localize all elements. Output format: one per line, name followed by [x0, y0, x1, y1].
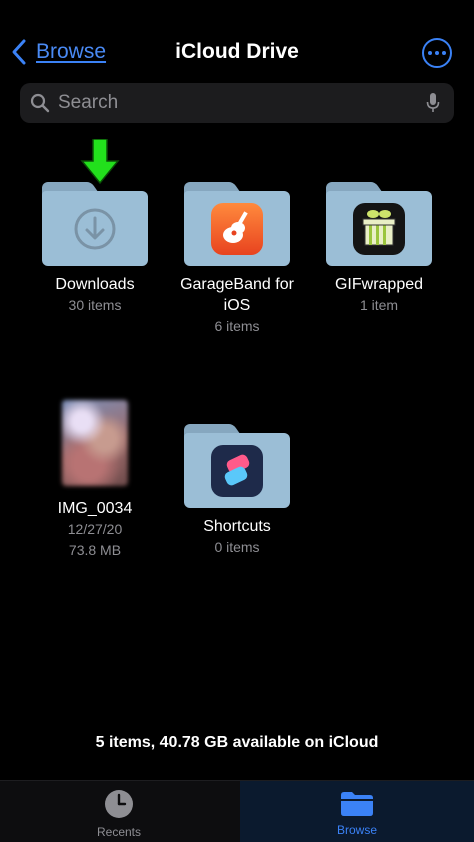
annotation-arrow-icon [80, 139, 120, 185]
ellipsis-icon [428, 51, 432, 55]
file-img-0034[interactable]: IMG_0034 12/27/20 73.8 MB [24, 400, 166, 561]
folder-icon [341, 792, 373, 816]
storage-summary: 5 items, 40.78 GB available on iCloud [95, 734, 379, 751]
tab-label: Browse [336, 823, 377, 837]
photo-thumbnail [62, 400, 128, 486]
more-options-button[interactable] [422, 38, 452, 68]
folder-shortcuts[interactable]: Shortcuts 0 items [166, 424, 308, 558]
search-icon [30, 93, 50, 113]
item-count: 1 item [359, 297, 399, 313]
item-name: Shortcuts [203, 518, 271, 535]
back-button-label: Browse [36, 40, 107, 63]
shortcuts-icon [211, 444, 263, 497]
folder-gifwrapped[interactable]: GIFwrapped 1 item [308, 182, 450, 316]
folder-icon [184, 182, 290, 266]
chevron-left-icon [12, 39, 26, 65]
item-name: Downloads [55, 276, 135, 293]
item-name: GIFwrapped [334, 276, 424, 293]
search-input[interactable] [50, 83, 426, 123]
garageband-icon [211, 202, 263, 255]
gifwrapped-icon [353, 202, 405, 255]
tab-bar: Recents Browse [0, 780, 474, 842]
item-count: 0 items [214, 539, 260, 555]
folder-icon [42, 182, 148, 266]
item-count: 30 items [68, 297, 122, 313]
item-name: IMG_0034 [57, 500, 133, 517]
files-app-screen: Browse iCloud Drive Search Downloads 30 … [0, 0, 474, 842]
item-date: 12/27/20 [67, 521, 123, 537]
folder-icon [184, 424, 290, 508]
item-name: GarageBand for iOS [180, 276, 294, 314]
folder-garageband[interactable]: GarageBand for iOS 6 items [166, 182, 308, 337]
clock-icon [105, 790, 133, 818]
tab-label: Recents [96, 825, 142, 839]
search-bar[interactable] [20, 83, 454, 123]
item-size: 73.8 MB [68, 542, 122, 558]
folder-icon [326, 182, 432, 266]
tab-recents[interactable]: Recents [0, 781, 238, 842]
nav-bar: Browse iCloud Drive [0, 34, 474, 74]
folder-downloads[interactable]: Downloads 30 items [24, 182, 166, 316]
item-count: 6 items [214, 318, 260, 334]
tab-browse[interactable]: Browse [240, 781, 474, 842]
microphone-icon[interactable] [426, 92, 440, 114]
back-button[interactable]: Browse [10, 38, 106, 66]
download-icon [74, 208, 116, 249]
